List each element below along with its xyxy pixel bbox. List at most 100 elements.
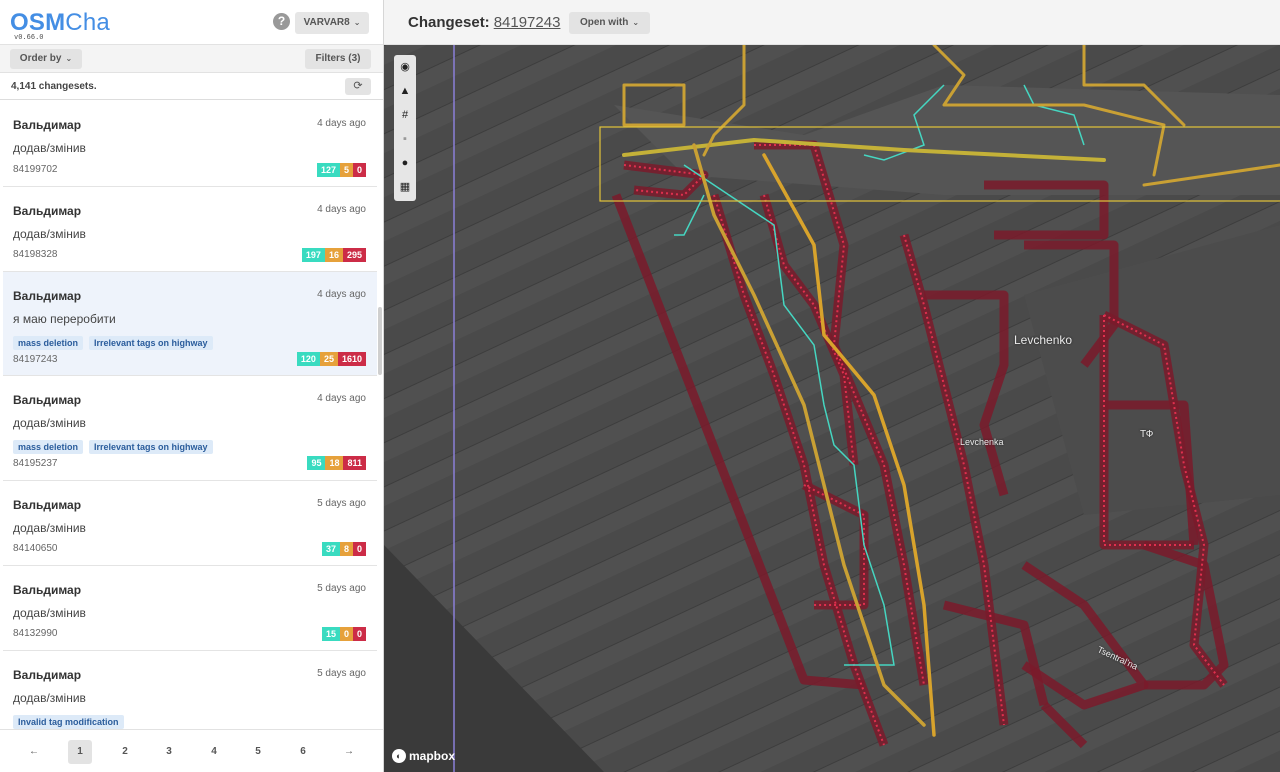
filters-button[interactable]: Filters (3) xyxy=(305,49,371,69)
user-menu-button[interactable]: VARVAR8 ⌄ xyxy=(295,12,369,34)
modified-count: 16 xyxy=(324,248,343,262)
modified-count: 18 xyxy=(325,456,344,470)
comment-icon[interactable]: ▪ xyxy=(394,127,416,151)
map-poi-label: ТФ xyxy=(1140,429,1154,440)
page-2-button[interactable]: 2 xyxy=(113,740,137,764)
sidebar-header: OSMCha v0.66.0 ? VARVAR8 ⌄ xyxy=(0,0,383,45)
changeset-list[interactable]: Вальдимар 4 days ago додав/змінив 841997… xyxy=(0,101,383,729)
changeset-title: Changeset: 84197243 xyxy=(408,14,561,31)
item-comment: додав/змінив xyxy=(13,691,86,705)
list-scrollbar[interactable] xyxy=(378,307,382,375)
item-time: 5 days ago xyxy=(317,583,366,594)
list-item[interactable]: Вальдимар 4 days ago додав/змінив mass d… xyxy=(3,376,377,481)
sidebar-toolbar: Order by ⌄ Filters (3) xyxy=(0,45,383,73)
item-user: Вальдимар xyxy=(13,118,82,132)
item-counts: 120 25 1610 xyxy=(296,352,366,366)
changeset-count: 4,141 changesets. xyxy=(11,81,97,92)
mapbox-icon: ◐ xyxy=(392,749,406,763)
help-icon[interactable]: ? xyxy=(273,13,290,30)
item-time: 4 days ago xyxy=(317,204,366,215)
refresh-icon: ⟳ xyxy=(353,80,363,92)
warning-icon[interactable]: ▲ xyxy=(394,79,416,103)
added-count: 15 xyxy=(321,627,340,641)
changeset-header: Changeset: 84197243 Open with ⌄ xyxy=(384,0,1280,45)
page-4-button[interactable]: 4 xyxy=(202,740,226,764)
item-tags: Invalid tag modification xyxy=(13,712,130,729)
item-comment: додав/змінив xyxy=(13,227,86,241)
eye-icon[interactable]: ◉ xyxy=(394,55,416,79)
added-count: 95 xyxy=(307,456,326,470)
modified-count: 25 xyxy=(319,352,338,366)
added-count: 37 xyxy=(321,542,340,556)
map-place-label: Levchenko xyxy=(1014,333,1073,347)
modified-count: 5 xyxy=(339,163,353,177)
item-user: Вальдимар xyxy=(13,393,82,407)
list-item[interactable]: Вальдимар 5 days ago додав/змінив 841406… xyxy=(3,481,377,566)
deleted-count: 0 xyxy=(352,627,366,641)
item-comment: додав/змінив xyxy=(13,606,86,620)
item-counts: 37 8 0 xyxy=(321,542,366,556)
map-canvas xyxy=(384,45,1280,772)
item-comment: додав/змінив xyxy=(13,141,86,155)
item-user: Вальдимар xyxy=(13,204,82,218)
added-count: 127 xyxy=(316,163,340,177)
item-time: 5 days ago xyxy=(317,668,366,679)
tag-badge: Irrelevant tags on highway xyxy=(89,440,213,454)
user-icon[interactable]: ● xyxy=(394,151,416,175)
item-time: 5 days ago xyxy=(317,498,366,509)
item-changeset-id: 84140650 xyxy=(13,543,58,554)
item-changeset-id: 84132990 xyxy=(13,628,58,639)
item-changeset-id: 84199702 xyxy=(13,164,58,175)
list-item[interactable]: Вальдимар 4 days ago додав/змінив 841997… xyxy=(3,101,377,187)
prev-page-button[interactable]: ← xyxy=(22,740,46,764)
item-time: 4 days ago xyxy=(317,393,366,404)
item-counts: 15 0 0 xyxy=(321,627,366,641)
hash-icon[interactable]: # xyxy=(394,103,416,127)
changeset-count-bar: 4,141 changesets. ⟳ xyxy=(0,73,383,100)
pagination: ← 1 2 3 4 5 6 → xyxy=(0,729,383,772)
modified-count: 8 xyxy=(339,542,353,556)
item-tags: mass deletion Irrelevant tags on highway xyxy=(13,437,219,454)
list-item-selected[interactable]: Вальдимар 4 days ago я маю переробити ma… xyxy=(3,272,377,376)
deleted-count: 811 xyxy=(343,456,366,470)
map-icon[interactable]: ▦ xyxy=(394,175,416,199)
page-6-button[interactable]: 6 xyxy=(291,740,315,764)
app-version: v0.66.0 xyxy=(14,33,44,41)
item-changeset-id: 84198328 xyxy=(13,249,58,260)
next-page-button[interactable]: → xyxy=(337,740,361,764)
open-with-button[interactable]: Open with ⌄ xyxy=(569,12,650,34)
item-counts: 197 16 295 xyxy=(301,248,366,262)
item-tags: mass deletion Irrelevant tags on highway xyxy=(13,333,219,350)
item-time: 4 days ago xyxy=(317,118,366,129)
mapbox-attribution[interactable]: ◐ mapbox xyxy=(392,747,455,765)
deleted-count: 0 xyxy=(352,163,366,177)
item-user: Вальдимар xyxy=(13,289,82,303)
deleted-count: 295 xyxy=(342,248,366,262)
list-item[interactable]: Вальдимар 5 days ago додав/змінив Invali… xyxy=(3,651,377,729)
list-item[interactable]: Вальдимар 4 days ago додав/змінив 841983… xyxy=(3,187,377,272)
page-5-button[interactable]: 5 xyxy=(246,740,270,764)
item-counts: 95 18 811 xyxy=(307,456,366,470)
item-comment: я маю переробити xyxy=(13,312,116,326)
item-changeset-id: 84197243 xyxy=(13,354,58,365)
page-3-button[interactable]: 3 xyxy=(157,740,181,764)
chevron-down-icon: ⌄ xyxy=(632,18,640,27)
tag-badge: mass deletion xyxy=(13,440,84,454)
item-comment: додав/змінив xyxy=(13,521,86,535)
tag-badge: mass deletion xyxy=(13,336,84,350)
list-item[interactable]: Вальдимар 5 days ago додав/змінив 841329… xyxy=(3,566,377,651)
sidebar: OSMCha v0.66.0 ? VARVAR8 ⌄ Order by ⌄ Filt… xyxy=(0,0,384,772)
chevron-down-icon: ⌄ xyxy=(65,54,73,63)
order-by-button[interactable]: Order by ⌄ xyxy=(10,49,82,69)
changeset-id-link[interactable]: 84197243 xyxy=(494,14,561,31)
refresh-button[interactable]: ⟳ xyxy=(345,78,371,95)
modified-count: 0 xyxy=(339,627,353,641)
item-counts: 127 5 0 xyxy=(316,163,366,177)
page-1-button[interactable]: 1 xyxy=(68,740,92,764)
map-view[interactable]: ◉ ▲ # ▪ ● ▦ Levchenko Levchenka ТФ Tsent… xyxy=(384,45,1280,772)
item-changeset-id: 84195237 xyxy=(13,458,58,469)
deleted-count: 1610 xyxy=(337,352,366,366)
added-count: 120 xyxy=(296,352,320,366)
chevron-down-icon: ⌄ xyxy=(353,18,361,27)
tag-badge: Invalid tag modification xyxy=(13,715,124,729)
